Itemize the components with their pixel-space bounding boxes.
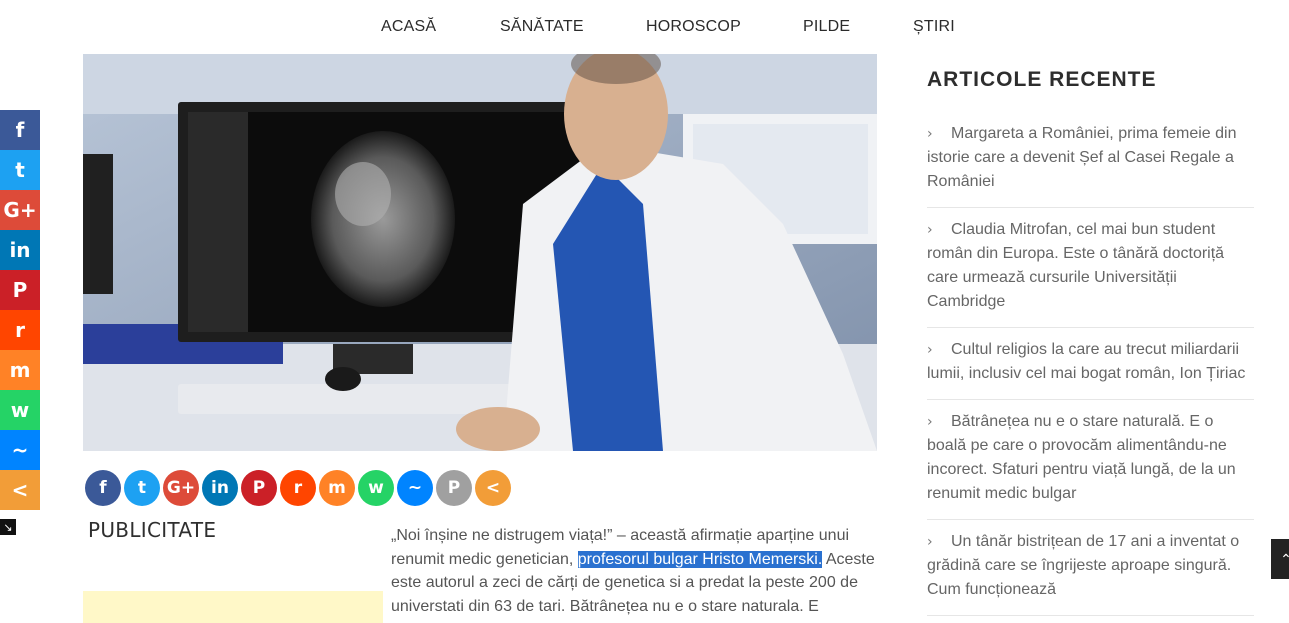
recent-article-item[interactable]: › Claudia Mitrofan, cel mai bun student r…	[927, 208, 1254, 328]
mix-icon[interactable]: m	[0, 350, 40, 390]
nav-item-sanatate[interactable]: SĂNĂTATE	[500, 18, 584, 36]
messenger-icon[interactable]: ~	[397, 470, 433, 506]
article-highlighted-text[interactable]: profesorul bulgar Hristo Memerski.	[577, 550, 823, 568]
top-navigation: ACASĂ SĂNĂTATE HOROSCOP PILDE ȘTIRI	[0, 0, 1289, 52]
facebook-icon[interactable]: f	[0, 110, 40, 150]
hide-share-bar-toggle[interactable]: ↘	[0, 519, 16, 535]
linkedin-icon[interactable]: in	[0, 230, 40, 270]
share-buttons-row: f t G+ in Pr m w ~ P <	[85, 470, 511, 506]
messenger-icon[interactable]: ~	[0, 430, 40, 470]
share-icon[interactable]: <	[475, 470, 511, 506]
nav-item-pilde[interactable]: PILDE	[803, 18, 850, 36]
recent-article-item[interactable]: › Cultul religios la care au trecut milia…	[927, 328, 1254, 400]
facebook-icon[interactable]: f	[85, 470, 121, 506]
doctor-photo	[83, 54, 877, 451]
linkedin-icon[interactable]: in	[202, 470, 238, 506]
google-plus-icon[interactable]: G+	[0, 190, 40, 230]
recent-article-link[interactable]: Cultul religios la care au trecut miliar…	[927, 341, 1245, 382]
reddit-icon[interactable]: r	[280, 470, 316, 506]
article-intro-text: „Noi înșine ne distrugem viața!” – aceas…	[391, 524, 881, 618]
twitter-icon[interactable]: t	[124, 470, 160, 506]
reddit-icon[interactable]: r	[0, 310, 40, 350]
recent-article-item[interactable]: › Un tânăr bistrițean de 17 ani a inventa…	[927, 520, 1254, 616]
chevron-right-icon: ›	[927, 414, 933, 430]
recent-article-link[interactable]: Bătrânețea nu e o stare naturală. E o bo…	[927, 413, 1236, 502]
recent-article-link[interactable]: Margareta a României, prima femeie din i…	[927, 125, 1236, 190]
article-hero-image	[83, 54, 877, 451]
advertisement-label: PUBLICITATE	[88, 518, 217, 542]
recent-article-link[interactable]: Un tânăr bistrițean de 17 ani a inventat…	[927, 533, 1239, 598]
chevron-right-icon: ›	[927, 222, 933, 238]
whatsapp-icon[interactable]: w	[358, 470, 394, 506]
mix-icon[interactable]: m	[319, 470, 355, 506]
nav-item-acasa[interactable]: ACASĂ	[381, 18, 436, 36]
recent-article-item[interactable]: › Bătrânețea nu e o stare naturală. E o b…	[927, 400, 1254, 520]
whatsapp-icon[interactable]: w	[0, 390, 40, 430]
nav-item-stiri[interactable]: ȘTIRI	[913, 18, 955, 36]
recent-articles-title: ARTICOLE RECENTE	[927, 68, 1157, 91]
chevron-right-icon: ›	[927, 126, 933, 142]
recent-article-item[interactable]: › Margareta a României, prima femeie din …	[927, 112, 1254, 208]
share-icon[interactable]: <	[0, 470, 40, 510]
advertisement-slot[interactable]	[83, 591, 383, 623]
chevron-right-icon: ›	[927, 342, 933, 358]
chevron-right-icon: ›	[927, 534, 933, 550]
recent-articles-list: › Margareta a României, prima femeie din …	[927, 112, 1254, 616]
nav-item-horoscop[interactable]: HOROSCOP	[646, 18, 741, 36]
pinterest-icon[interactable]: P	[241, 470, 277, 506]
scroll-to-top-button[interactable]: ⌃	[1271, 539, 1289, 579]
twitter-icon[interactable]: t	[0, 150, 40, 190]
print-icon[interactable]: P	[436, 470, 472, 506]
floating-share-bar: f t G+ in Pr m w ~ <	[0, 110, 40, 510]
pinterest-icon[interactable]: P	[0, 270, 40, 310]
recent-article-link[interactable]: Claudia Mitrofan, cel mai bun student ro…	[927, 221, 1224, 310]
google-plus-icon[interactable]: G+	[163, 470, 199, 506]
